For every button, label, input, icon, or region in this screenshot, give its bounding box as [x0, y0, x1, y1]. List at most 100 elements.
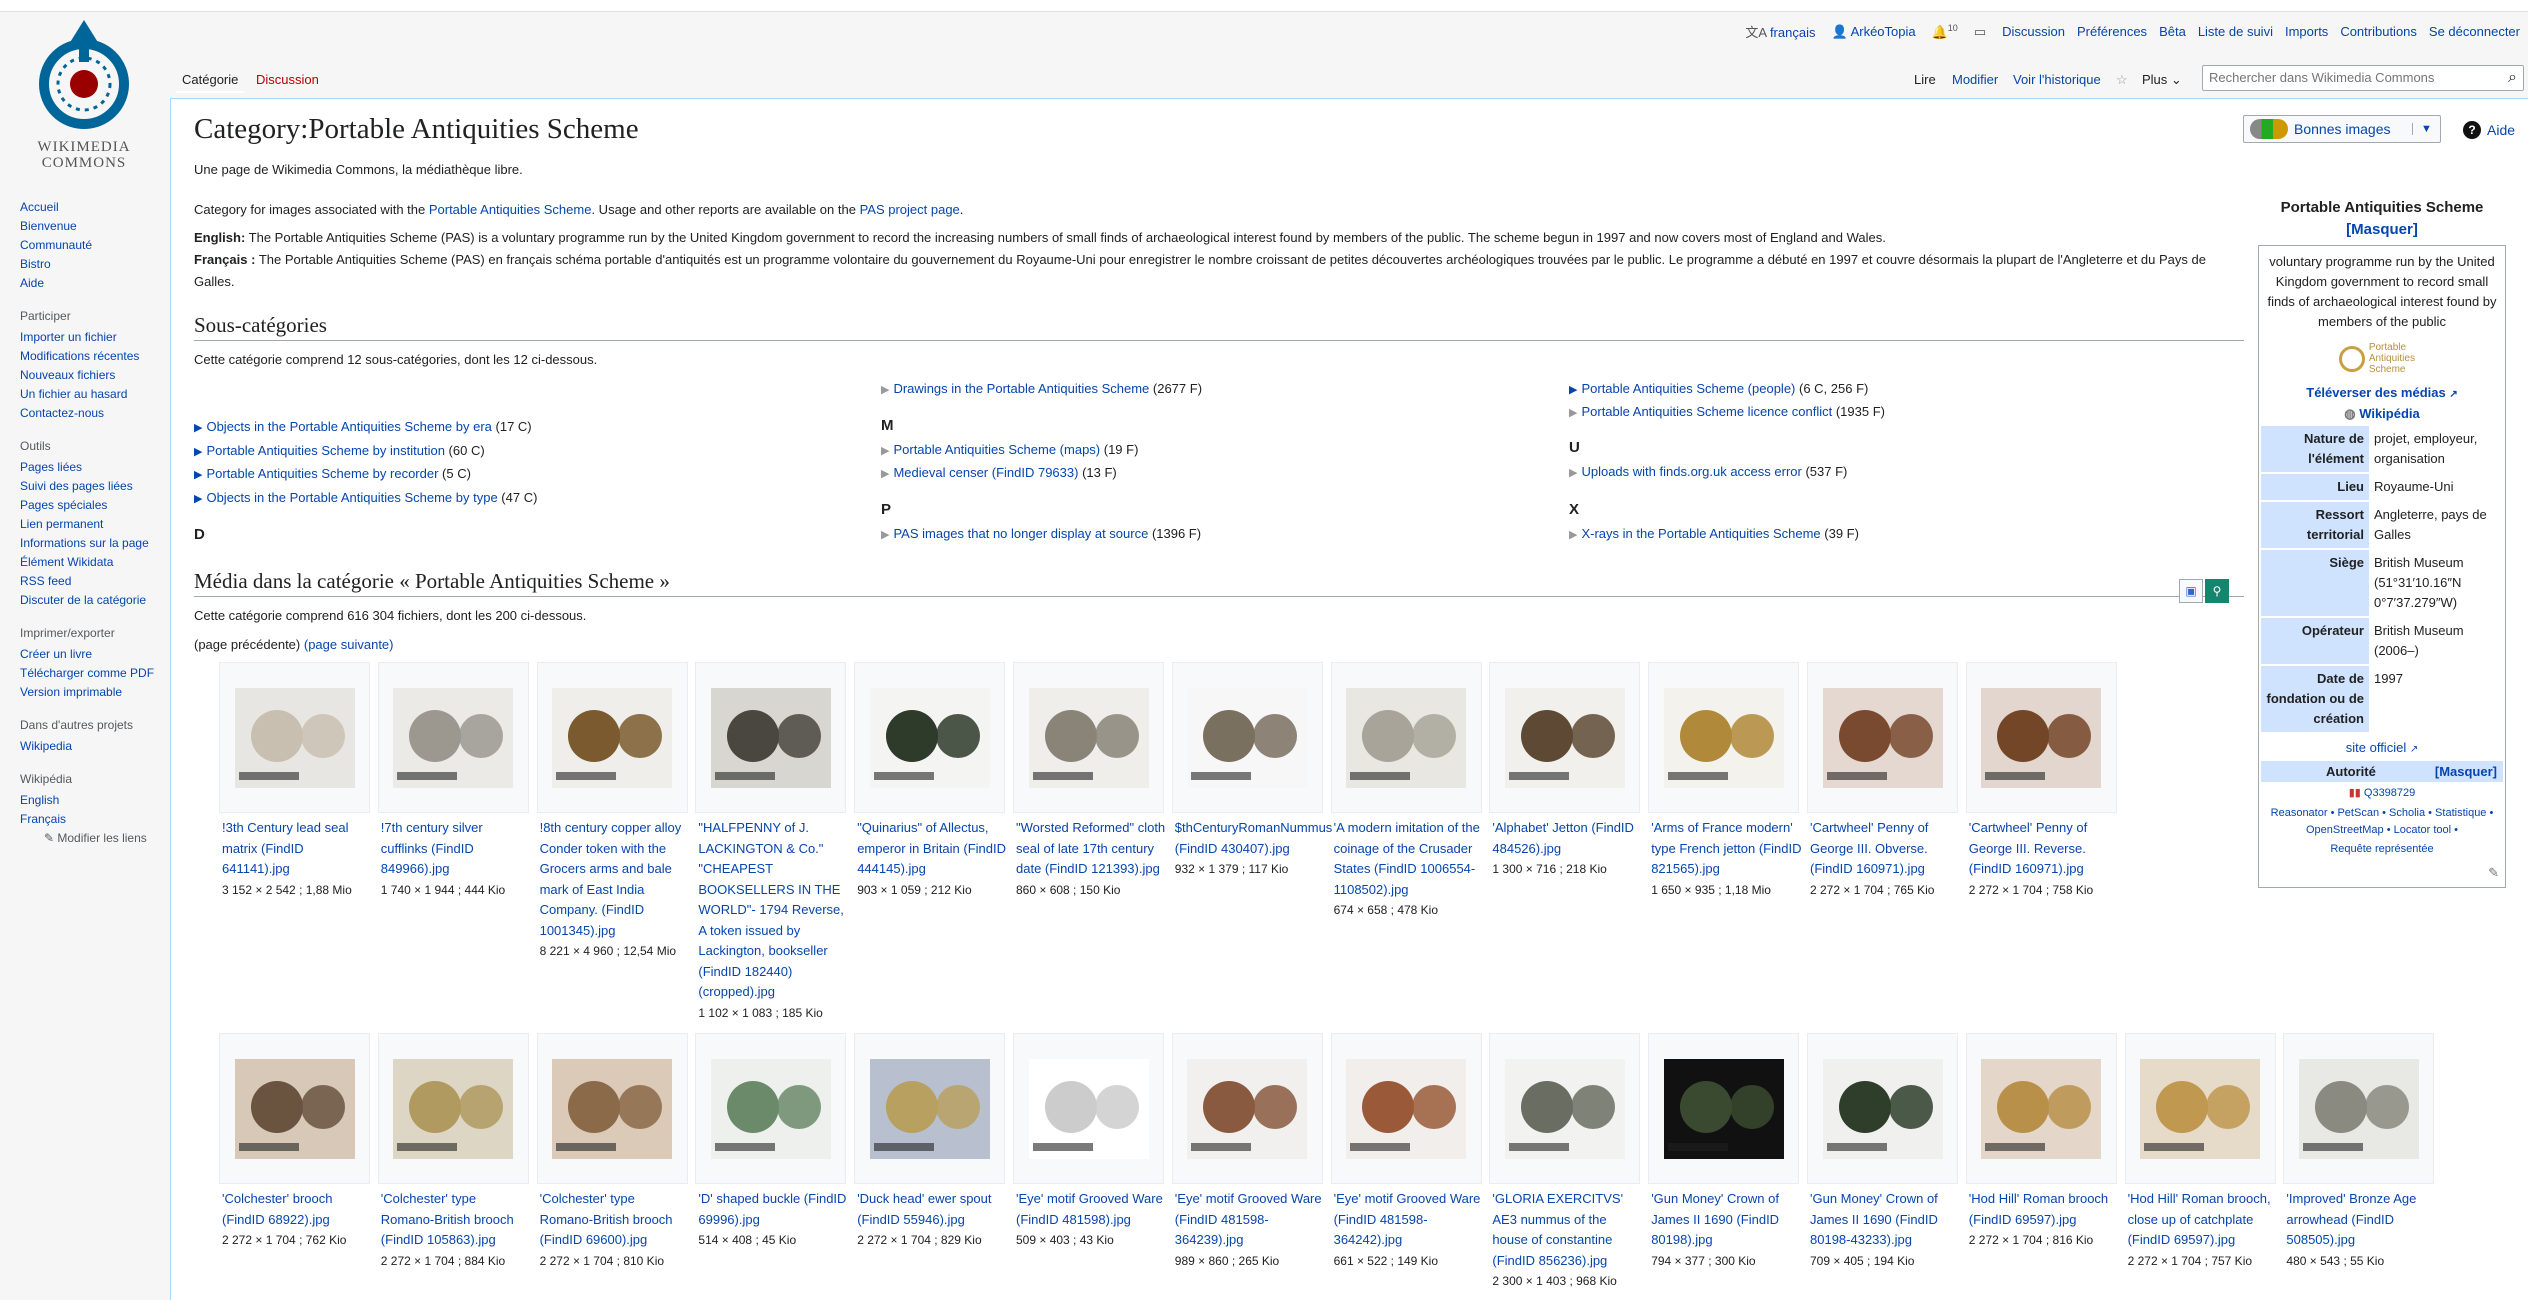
- next-page[interactable]: (page suivante): [304, 637, 394, 652]
- file-name-link[interactable]: 'Eye' motif Grooved Ware (FindID 481598)…: [1016, 1189, 1168, 1230]
- personal-link-1[interactable]: Préférences: [2077, 24, 2147, 39]
- intro-link-project[interactable]: PAS project page: [860, 202, 960, 217]
- sidebar-participer-item-1[interactable]: Modifications récentes: [20, 347, 160, 366]
- file-name-link[interactable]: 'Arms of France modern' type French jett…: [1651, 818, 1803, 880]
- sidebar-participer-item-4[interactable]: Contactez-nous: [20, 404, 160, 423]
- subcategory-link[interactable]: PAS images that no longer display at sou…: [893, 526, 1148, 541]
- authority-hide[interactable]: [Masquer]: [2435, 764, 2497, 779]
- gallery-thumbnail[interactable]: [1807, 662, 1958, 813]
- gallery-thumbnail[interactable]: [1965, 1033, 2117, 1184]
- sidebar-outils-item-3[interactable]: Lien permanent: [20, 515, 160, 534]
- gallery-thumbnail[interactable]: [536, 662, 688, 813]
- file-name-link[interactable]: 'D' shaped buckle (FindID 69996).jpg: [698, 1189, 850, 1230]
- expand-triangle-icon[interactable]: ▶: [1569, 407, 1577, 419]
- expand-triangle-icon[interactable]: ▶: [194, 493, 202, 505]
- file-name-link[interactable]: $thCenturyRomanNummus (FindID 430407).jp…: [1175, 818, 1333, 859]
- file-name-link[interactable]: 'Gun Money' Crown of James II 1690 (Find…: [1651, 1189, 1803, 1251]
- search-icon[interactable]: ⌕: [2508, 69, 2517, 87]
- file-name-link[interactable]: 'Improved' Bronze Age arrowhead (FindID …: [2286, 1189, 2438, 1251]
- sidebar-outils-item-0[interactable]: Pages liées: [20, 458, 160, 477]
- gallery-thumbnail[interactable]: [377, 1033, 529, 1184]
- gallery-thumbnail[interactable]: [1171, 662, 1323, 813]
- expand-triangle-icon[interactable]: ▶: [1569, 467, 1577, 479]
- file-name-link[interactable]: 'A modern imitation of the coinage of th…: [1334, 818, 1486, 900]
- personal-link-2[interactable]: Bêta: [2159, 24, 2186, 39]
- sidebar-imprimer-item-1[interactable]: Télécharger comme PDF: [20, 664, 160, 683]
- expand-triangle-icon[interactable]: ▶: [194, 446, 202, 458]
- sidebar-nav-item-0[interactable]: Accueil: [20, 198, 160, 217]
- personal-link-3[interactable]: Liste de suivi: [2198, 24, 2273, 39]
- subcategory-link[interactable]: Objects in the Portable Antiquities Sche…: [206, 419, 491, 434]
- subcategory-link[interactable]: Portable Antiquities Scheme (maps): [893, 442, 1100, 457]
- file-name-link[interactable]: "HALFPENNY of J. LACKINGTON & Co." "CHEA…: [698, 818, 850, 1003]
- notifications-icon[interactable]: 🔔10: [1932, 23, 1958, 40]
- gallery-thumbnail[interactable]: [1330, 662, 1482, 813]
- gallery-thumbnail[interactable]: [1648, 662, 1800, 813]
- gallery-thumbnail[interactable]: [1489, 1033, 1641, 1184]
- official-site-link[interactable]: site officiel ↗: [2261, 734, 2503, 761]
- gallery-thumbnail[interactable]: [854, 662, 1006, 813]
- sidebar-outils-item-6[interactable]: RSS feed: [20, 572, 160, 591]
- gallery-thumbnail[interactable]: [1648, 1033, 1800, 1184]
- subcategory-link[interactable]: Drawings in the Portable Antiquities Sch…: [893, 381, 1149, 396]
- file-name-link[interactable]: 'GLORIA EXERCITVS' AE3 nummus of the hou…: [1492, 1189, 1644, 1271]
- gallery-thumbnail[interactable]: [1013, 662, 1164, 813]
- requete-link[interactable]: Requête représentée: [2261, 841, 2503, 865]
- file-name-link[interactable]: 'Hod Hill' Roman brooch, close up of cat…: [2128, 1189, 2280, 1251]
- sidebar-imprimer-item-0[interactable]: Créer un livre: [20, 645, 160, 664]
- language-link[interactable]: 文A français: [1745, 22, 1815, 41]
- subcategory-link[interactable]: Portable Antiquities Scheme by instituti…: [206, 443, 444, 458]
- sidebar-nav-item-1[interactable]: Bienvenue: [20, 217, 160, 236]
- file-name-link[interactable]: 'Cartwheel' Penny of George III. Obverse…: [1810, 818, 1962, 880]
- gallery-thumbnail[interactable]: [219, 1033, 370, 1184]
- tab-lire[interactable]: Lire: [1908, 68, 1942, 91]
- user-link[interactable]: 👤 ArkéoTopia: [1831, 24, 1915, 40]
- personal-link-6[interactable]: Se déconnecter: [2429, 24, 2520, 39]
- sidebar-nav-item-4[interactable]: Aide: [20, 274, 160, 293]
- personal-link-0[interactable]: Discussion: [2002, 24, 2065, 39]
- gallery-map-icon[interactable]: ⚲: [2205, 579, 2229, 603]
- sidebar-participer-item-3[interactable]: Un fichier au hasard: [20, 385, 160, 404]
- sidebar-wikipedia-item-0[interactable]: English: [20, 791, 160, 810]
- subcategory-link[interactable]: Portable Antiquities Scheme licence conf…: [1581, 404, 1832, 419]
- sidebar-outils-item-4[interactable]: Informations sur la page: [20, 534, 160, 553]
- intro-link-pas[interactable]: Portable Antiquities Scheme: [429, 202, 592, 217]
- site-logo[interactable]: WIKIMEDIA COMMONS: [20, 14, 148, 174]
- file-name-link[interactable]: 'Duck head' ewer spout (FindID 55946).jp…: [857, 1189, 1009, 1230]
- gallery-thumbnail[interactable]: [695, 662, 847, 813]
- subcategory-link[interactable]: Objects in the Portable Antiquities Sche…: [206, 490, 497, 505]
- modify-links[interactable]: ✎ Modifier les liens: [20, 829, 160, 848]
- sidebar-imprimer-item-2[interactable]: Version imprimable: [20, 683, 160, 702]
- sidebar-outils-item-5[interactable]: Élément Wikidata: [20, 553, 160, 572]
- sidebar-outils-item-1[interactable]: Suivi des pages liées: [20, 477, 160, 496]
- good-images-dropdown-icon[interactable]: ▼: [2412, 123, 2440, 135]
- subcategory-link[interactable]: Portable Antiquities Scheme by recorder: [206, 466, 438, 481]
- file-name-link[interactable]: 'Colchester' type Romano-British brooch …: [381, 1189, 533, 1251]
- expand-triangle-icon[interactable]: ▶: [1569, 384, 1577, 396]
- file-name-link[interactable]: 'Eye' motif Grooved Ware (FindID 481598-…: [1175, 1189, 1327, 1251]
- gallery-thumbnail[interactable]: [854, 1033, 1006, 1184]
- sidebar-participer-item-0[interactable]: Importer un fichier: [20, 328, 160, 347]
- sidebar-participer-item-2[interactable]: Nouveaux fichiers: [20, 366, 160, 385]
- tab-more[interactable]: Plus ⌄: [2136, 68, 2188, 92]
- sidebar-nav-item-2[interactable]: Communauté: [20, 236, 160, 255]
- file-name-link[interactable]: !3th Century lead seal matrix (FindID 64…: [222, 818, 374, 880]
- tab-discussion[interactable]: Discussion: [250, 68, 325, 91]
- gallery-image-icon[interactable]: ▣: [2179, 579, 2203, 603]
- search-box[interactable]: ⌕: [2202, 65, 2524, 91]
- gallery-thumbnail[interactable]: [1489, 662, 1641, 813]
- gallery-thumbnail[interactable]: [1013, 1033, 1164, 1184]
- personal-link-4[interactable]: Imports: [2285, 24, 2328, 39]
- file-name-link[interactable]: "Quinarius" of Allectus, emperor in Brit…: [857, 818, 1009, 880]
- watch-star-icon[interactable]: ☆: [2110, 68, 2134, 92]
- subcategory-link[interactable]: Medieval censer (FindID 79633): [893, 465, 1078, 480]
- infobox-hide[interactable]: [Masquer]: [2346, 221, 2418, 238]
- subcategory-link[interactable]: Uploads with finds.org.uk access error: [1581, 464, 1801, 479]
- qid-link[interactable]: ▮▮ Q3398729: [2261, 782, 2503, 803]
- file-name-link[interactable]: !7th century silver cufflinks (FindID 84…: [381, 818, 533, 880]
- gallery-thumbnail[interactable]: [1807, 1033, 1958, 1184]
- upload-media-link[interactable]: Téléverser des médias ↗: [2261, 381, 2503, 404]
- sidebar-nav-item-3[interactable]: Bistro: [20, 255, 160, 274]
- sidebar-wikipedia-item-1[interactable]: Français: [20, 810, 160, 829]
- file-name-link[interactable]: 'Gun Money' Crown of James II 1690 (Find…: [1810, 1189, 1962, 1251]
